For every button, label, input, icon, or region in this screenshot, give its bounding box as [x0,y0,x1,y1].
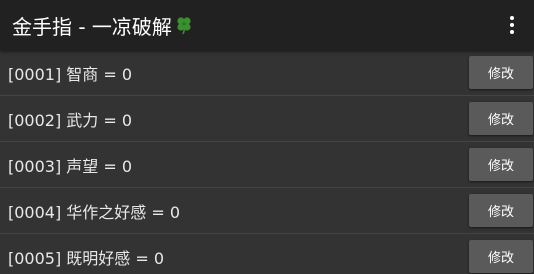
edit-button[interactable]: 修改 [469,194,533,227]
list-item: [0005] 既明好感 = 0 修改 [0,234,534,274]
cheat-app: 金手指 - 一凉破解 [0001] 智商 = 0 修改 [0002] 武力 = … [0,0,534,274]
list-item-text: [0003] 声望 = 0 [8,156,133,176]
list-item-text: [0002] 武力 = 0 [8,110,133,130]
edit-button[interactable]: 修改 [469,56,533,89]
app-title-text: 金手指 - 一凉破解 [12,14,172,39]
list-item-text: [0001] 智商 = 0 [8,64,133,84]
cheat-list: [0001] 智商 = 0 修改 [0002] 武力 = 0 修改 [0003]… [0,50,534,274]
list-item: [0003] 声望 = 0 修改 [0,142,534,188]
edit-button[interactable]: 修改 [469,148,533,181]
list-item: [0001] 智商 = 0 修改 [0,50,534,96]
edit-button[interactable]: 修改 [469,240,533,273]
list-item: [0004] 华作之好感 = 0 修改 [0,188,534,234]
four-leaf-clover-icon [174,15,194,35]
app-bar: 金手指 - 一凉破解 [0,0,534,50]
list-item: [0002] 武力 = 0 修改 [0,96,534,142]
overflow-menu-icon[interactable] [504,13,520,37]
list-item-text: [0005] 既明好感 = 0 [8,248,165,268]
list-item-text: [0004] 华作之好感 = 0 [8,202,181,222]
edit-button[interactable]: 修改 [469,102,533,135]
app-title: 金手指 - 一凉破解 [12,11,194,40]
